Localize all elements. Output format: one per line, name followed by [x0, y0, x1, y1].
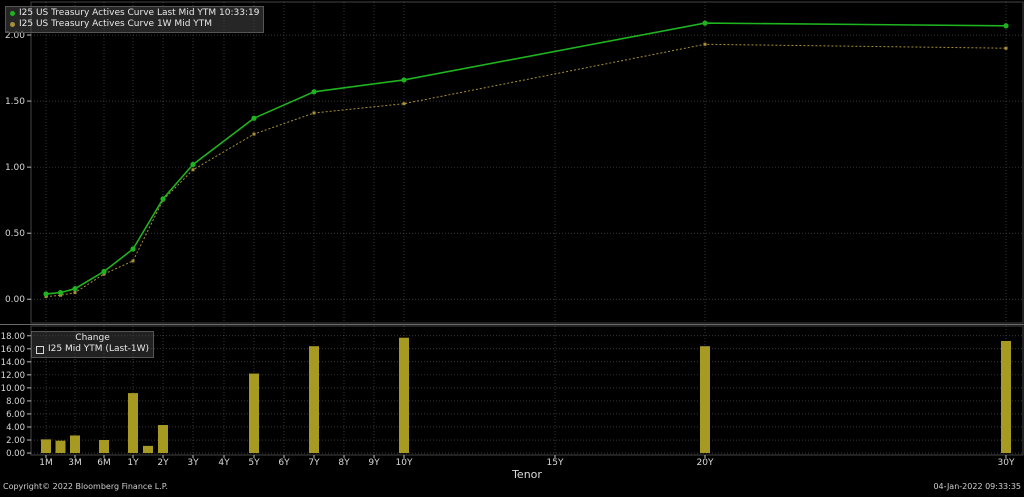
change-bar: [399, 337, 409, 454]
x-tick-label: 30Y: [998, 458, 1015, 468]
x-tick-label: 2Y: [157, 458, 169, 468]
chart-root: 2.00 1.50 1.00 0.50 0.00 18.00 16.00 14.00 12.0…: [0, 0, 1024, 493]
change-bar: [99, 440, 109, 454]
bottom-legend-title: Change: [75, 333, 110, 343]
legend-prior-marker: [10, 22, 15, 27]
change-bar: [249, 373, 259, 454]
bottom-y-tick-label: 8.00: [6, 397, 25, 407]
x-tick-label: 10Y: [396, 458, 413, 468]
x-tick-label: 20Y: [697, 458, 714, 468]
bottom-y-tick-label: 14.00: [1, 358, 25, 368]
x-tick-label: 8Y: [338, 458, 350, 468]
change-bar: [309, 346, 319, 454]
bottom-y-tick-label: 10.00: [1, 384, 25, 394]
series-prior-point: [73, 291, 77, 295]
legend-entry-prior[interactable]: I25 US Treasury Actives Curve 1W Mid YTM: [10, 19, 259, 30]
series-prior-point: [402, 102, 406, 106]
series-prior-line: [45, 43, 1007, 298]
legend-prior-label: I25 US Treasury Actives Curve 1W Mid YTM: [19, 19, 213, 29]
x-tick-label: 4Y: [218, 458, 230, 468]
legend-current-marker: [10, 11, 15, 16]
bottom-y-tick-label: 12.00: [1, 371, 25, 381]
x-tick-label: 3Y: [187, 458, 199, 468]
legend-entry-current[interactable]: I25 US Treasury Actives Curve Last Mid Y…: [10, 8, 259, 19]
legend-change-label: I25 Mid YTM (Last-1W): [48, 344, 150, 354]
change-bar: [158, 425, 168, 454]
top-legend: I25 US Treasury Actives Curve Last Mid Y…: [5, 6, 265, 33]
series-current-point: [160, 196, 166, 202]
x-tick-label: 3M: [68, 458, 82, 468]
change-bar: [143, 445, 153, 454]
legend-current-label: I25 US Treasury Actives Curve Last Mid Y…: [19, 8, 260, 18]
bottom-y-tick-label: 6.00: [6, 410, 25, 420]
bottom-y-tick-label: 4.00: [6, 423, 25, 433]
series-current-point: [1003, 23, 1009, 29]
x-ticks: 1M 3M 6M 1Y 2Y 3Y 4Y 5Y 6Y 7Y 8Y 9Y 10Y 15Y 20Y 30Y: [39, 455, 1015, 468]
top-y-ticks: 2.001.501.000.500.00: [5, 31, 31, 305]
bottom-y-tick-label: 16.00: [1, 345, 25, 355]
bottom-y-tick-label: 2.00: [6, 436, 25, 446]
series-current-point: [57, 290, 64, 296]
x-tick-label: 7Y: [308, 458, 320, 468]
change-bar: [700, 346, 710, 454]
series-prior-point: [703, 42, 707, 46]
change-bar: [55, 440, 66, 454]
series-prior-point: [191, 168, 195, 172]
top-y-tick-label: 1.00: [5, 163, 25, 173]
series-current-point: [43, 291, 49, 297]
series-prior-point: [131, 259, 135, 263]
timestamp-text: 04-Jan-2022 09:33:35: [933, 482, 1021, 491]
top-y-tick-label: 0.50: [5, 229, 25, 239]
change-bar: [1001, 340, 1011, 454]
legend-change-marker: [36, 345, 44, 354]
top-series: [43, 20, 1009, 299]
x-axis-label: Tenor: [511, 468, 542, 481]
series-current-point: [251, 115, 257, 121]
series-current-line: [45, 22, 1007, 295]
series-prior-point: [252, 132, 256, 136]
bottom-panel-frame: [30, 325, 1024, 456]
series-current-point: [702, 20, 708, 26]
copyright-text: Copyright© 2022 Bloomberg Finance L.P.: [3, 482, 168, 491]
series-current-point: [72, 286, 78, 292]
series-prior-point: [312, 111, 316, 115]
x-tick-label: 15Y: [547, 458, 564, 468]
series-current-point: [401, 77, 407, 83]
change-bar: [70, 435, 80, 454]
series-prior-point: [1004, 46, 1008, 50]
bottom-grid: [30, 325, 1024, 456]
series-current-point: [130, 246, 136, 252]
x-tick-label: 1M: [39, 458, 53, 468]
x-tick-label: 6Y: [278, 458, 290, 468]
bottom-y-ticks: 18.00 16.00 14.00 12.00 10.00 8.00 6.00 4.00 2.0…: [1, 332, 31, 459]
top-panel-frame: [30, 1, 1024, 324]
x-tick-label: 9Y: [368, 458, 380, 468]
top-y-tick-label: 0.00: [5, 295, 25, 305]
yield-curve-chart: 2.00 1.50 1.00 0.50 0.00 18.00 16.00 14.00 12.0…: [0, 1, 1024, 481]
legend-entry-change[interactable]: I25 Mid YTM (Last-1W): [36, 344, 149, 355]
bottom-y-tick-label: 0.00: [6, 449, 25, 459]
x-tick-label: 6M: [97, 458, 111, 468]
x-tick-label: 1Y: [127, 458, 139, 468]
change-bar: [128, 393, 138, 454]
top-grid: [0, 1, 1024, 325]
series-current-point: [311, 89, 317, 95]
series-current-point: [101, 268, 107, 275]
bottom-legend: Change I25 Mid YTM (Last-1W): [31, 331, 155, 358]
series-current-point: [190, 161, 196, 168]
bottom-bars: [41, 337, 1011, 454]
top-y-tick-label: 1.50: [5, 97, 25, 107]
bottom-y-tick-label: 18.00: [1, 332, 25, 342]
change-bar: [41, 439, 51, 454]
x-tick-label: 5Y: [248, 458, 260, 468]
